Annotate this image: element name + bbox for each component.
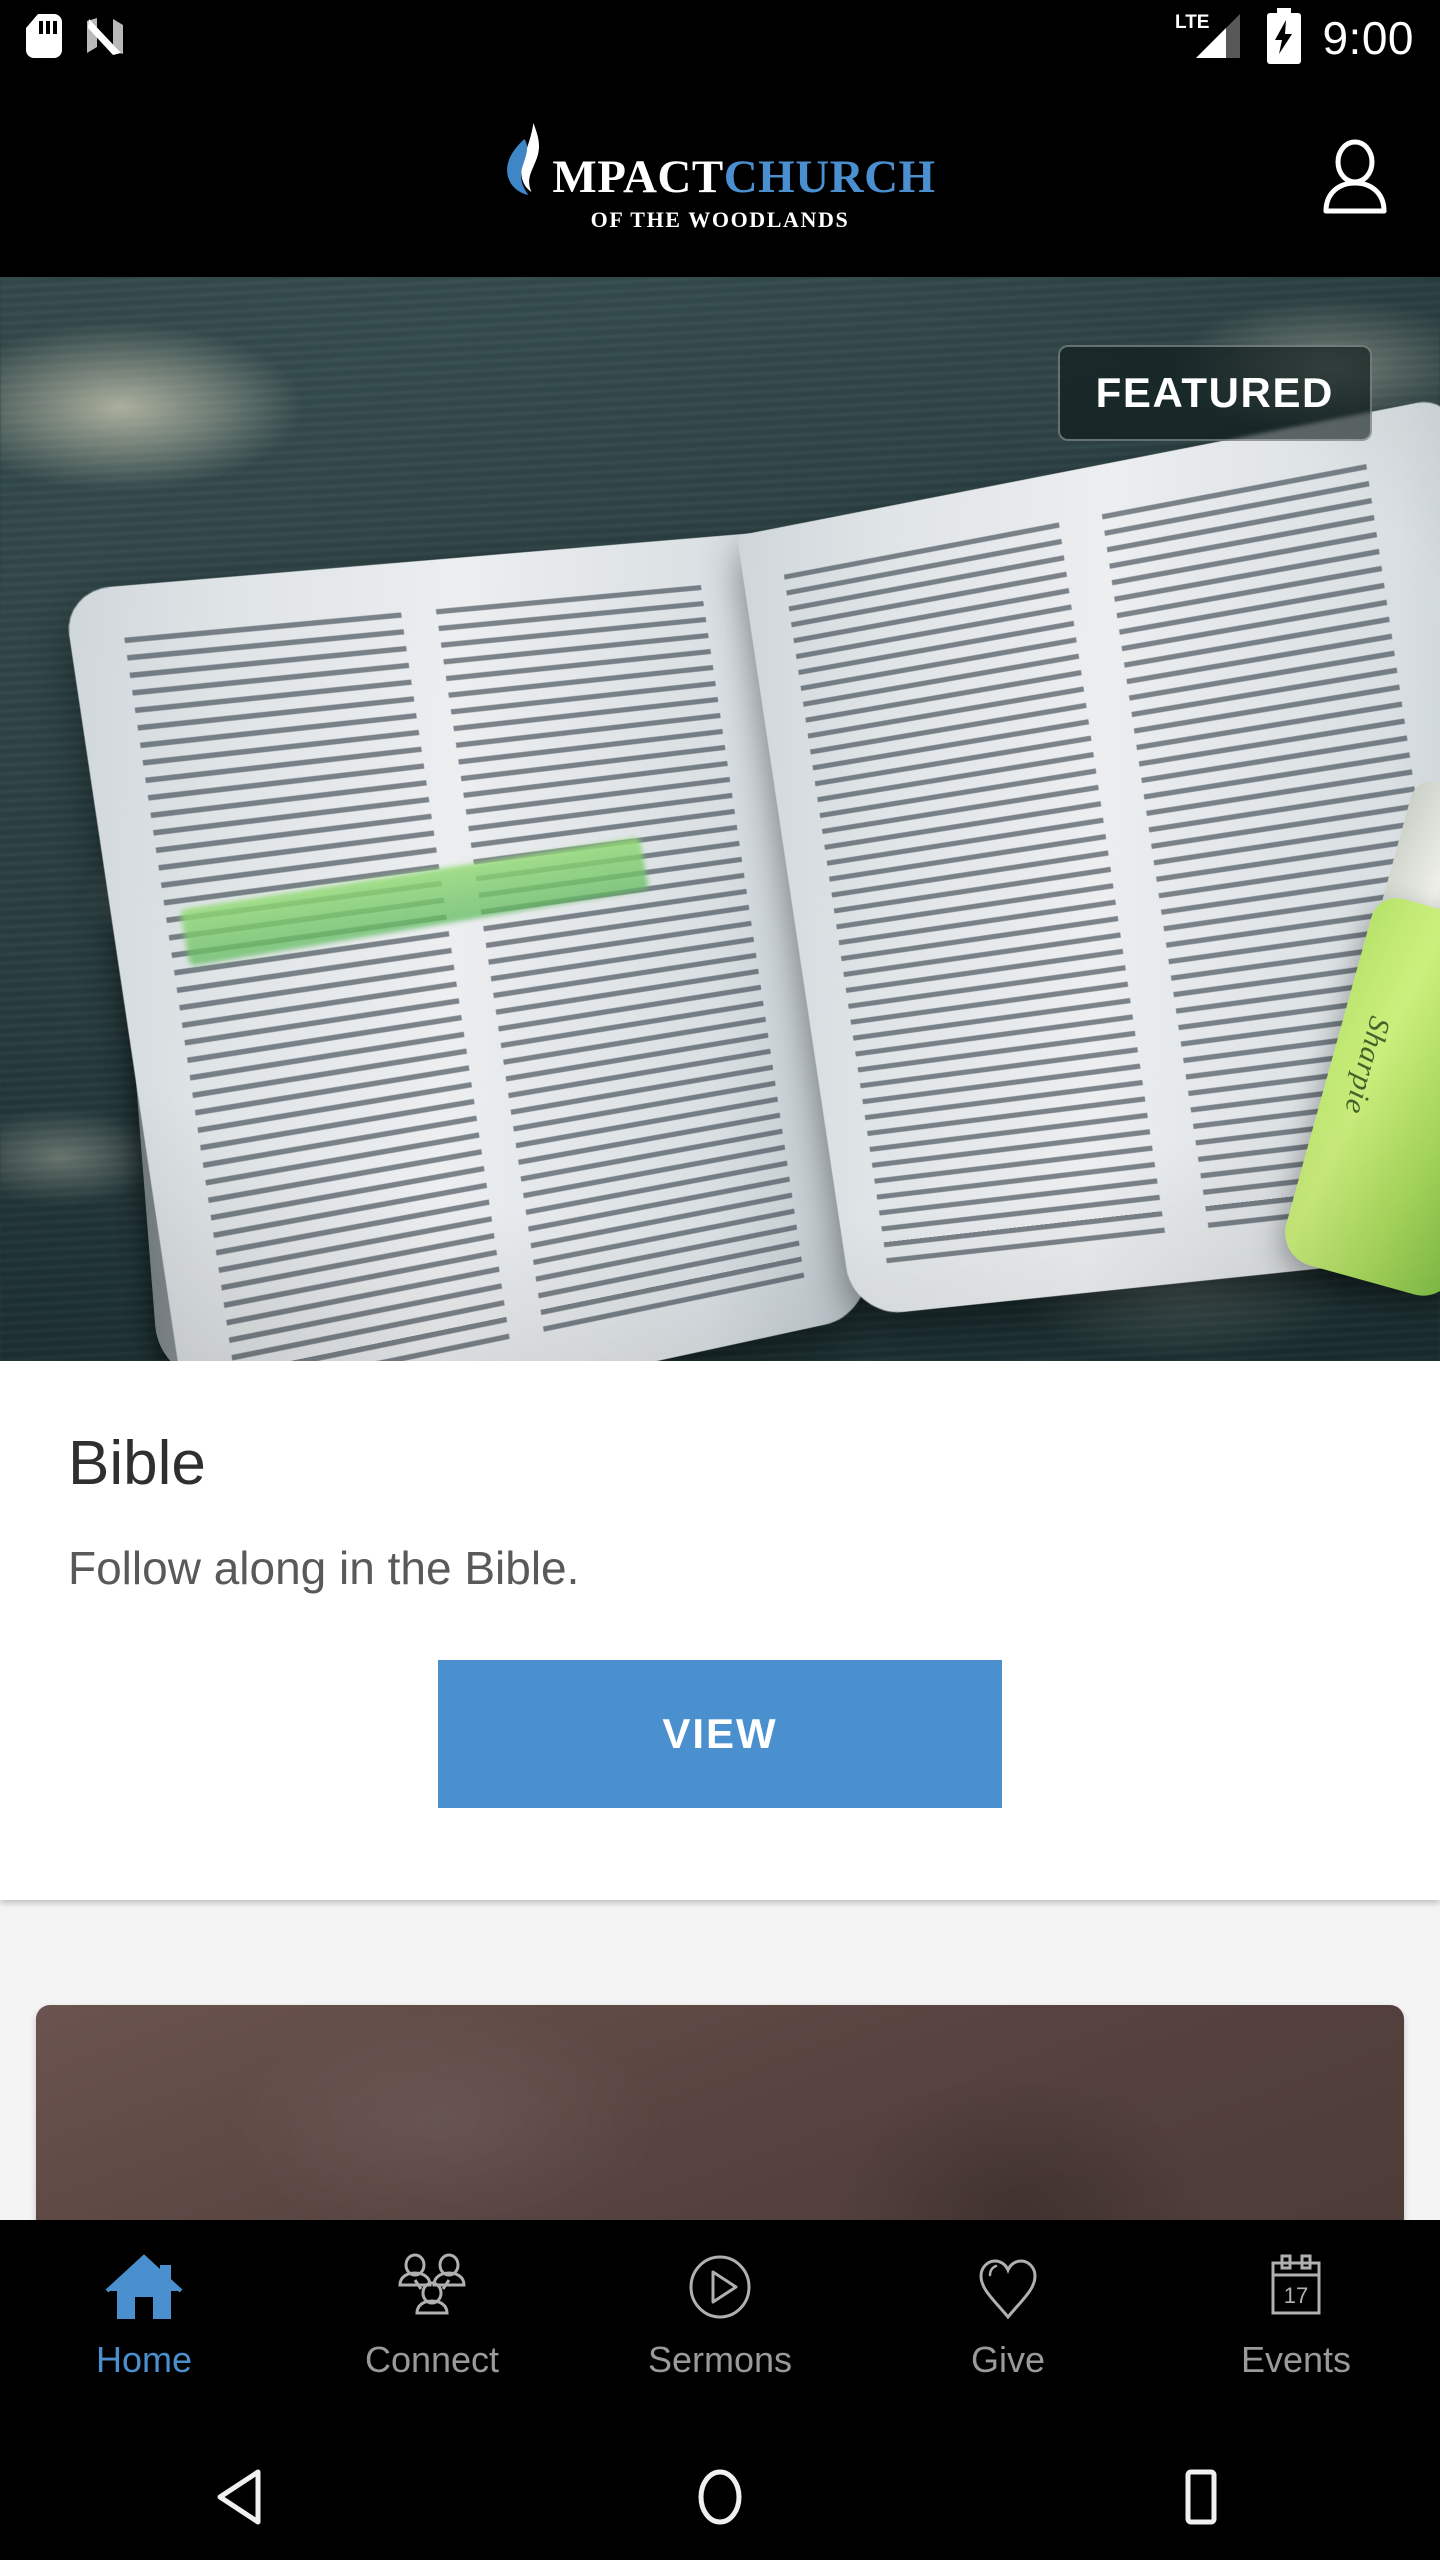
tab-home[interactable]: Home: [0, 2220, 288, 2378]
featured-badge: FEATURED: [1057, 345, 1372, 441]
status-bar-left-icons: [26, 13, 126, 63]
status-bar-right-icons: LTE 9:00: [1174, 7, 1414, 69]
content-scroll-area[interactable]: Sharpie FEATURED Bible Follow along in t…: [0, 277, 1440, 2220]
recents-button[interactable]: [960, 2468, 1440, 2531]
tab-sermons[interactable]: Sermons: [576, 2220, 864, 2378]
tab-label-connect: Connect: [364, 2339, 500, 2380]
next-card-hero-image: [36, 2004, 1404, 2220]
featured-card-title: Bible: [68, 1429, 206, 1498]
people-icon: [393, 2250, 471, 2328]
nfc-icon: [84, 15, 126, 62]
logo-text-church: CHURCH: [723, 150, 936, 203]
android-nav-bar: [0, 2438, 1440, 2560]
heart-icon: [969, 2250, 1047, 2328]
sd-card-icon: [26, 13, 62, 63]
tab-connect[interactable]: Connect: [288, 2220, 576, 2378]
square-icon: [1175, 2468, 1225, 2531]
tab-give[interactable]: Give: [864, 2220, 1152, 2378]
app-logo: MPACT CHURCH OF THE WOODLANDS: [504, 121, 935, 233]
svg-text:17: 17: [1284, 2283, 1308, 2308]
triangle-left-icon: [214, 2468, 266, 2531]
play-circle-icon: [681, 2250, 759, 2328]
featured-card-description: Follow along in the Bible.: [68, 1542, 580, 1594]
account-person-icon[interactable]: [1310, 132, 1400, 222]
next-card[interactable]: [36, 2004, 1404, 2220]
signal-bars-icon: LTE: [1174, 8, 1246, 69]
featured-card-hero-image[interactable]: Sharpie FEATURED: [0, 277, 1440, 1361]
bottom-tab-bar: Home Connect Sermons Give 17 Events: [0, 2220, 1440, 2438]
circle-icon: [693, 2468, 747, 2531]
tab-events[interactable]: 17 Events: [1152, 2220, 1440, 2378]
svg-text:LTE: LTE: [1175, 12, 1209, 33]
card-separator: [0, 1899, 1440, 2005]
battery-charging-icon: [1264, 7, 1304, 69]
featured-card-body: Bible Follow along in the Bible. VIEW: [0, 1361, 1440, 1900]
featured-card-button-row: VIEW: [68, 1659, 1372, 1900]
view-button[interactable]: VIEW: [438, 1659, 1002, 1808]
featured-card[interactable]: Sharpie FEATURED Bible Follow along in t…: [0, 277, 1440, 1900]
logo-subtitle: OF THE WOODLANDS: [590, 206, 850, 232]
home-icon: [105, 2250, 183, 2328]
tab-label-give: Give: [970, 2339, 1046, 2380]
back-button[interactable]: [0, 2468, 480, 2531]
tab-label-home: Home: [95, 2339, 193, 2380]
home-button[interactable]: [480, 2468, 960, 2531]
flame-logo-icon: [504, 121, 550, 204]
app-screen: LTE 9:00 MPACT CHURCH OF THE WOODLANDS F…: [0, 0, 1440, 2560]
status-bar: LTE 9:00: [0, 0, 1440, 76]
tab-label-events: Events: [1240, 2339, 1352, 2380]
logo-text-impact: MPACT: [552, 150, 724, 203]
calendar-icon: 17: [1257, 2250, 1335, 2328]
tab-label-sermons: Sermons: [647, 2339, 793, 2380]
app-header: MPACT CHURCH OF THE WOODLANDS: [0, 76, 1440, 277]
status-bar-clock: 9:00: [1322, 12, 1414, 64]
